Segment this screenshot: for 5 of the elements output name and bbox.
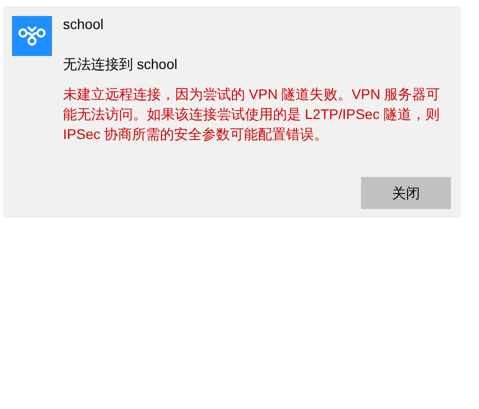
notification-heading: 无法连接到 school	[63, 55, 178, 74]
close-button[interactable]: 关闭	[361, 177, 451, 209]
app-name: school	[63, 15, 104, 34]
network-icon	[12, 16, 52, 56]
error-message: 未建立远程连接，因为尝试的 VPN 隧道失败。VPN 服务器可能无法访问。如果该连接尝试使用的是 L2TP/IPSec 隧道，则 IPSec 协商所需的安全参数可能配置错误。	[63, 85, 442, 144]
